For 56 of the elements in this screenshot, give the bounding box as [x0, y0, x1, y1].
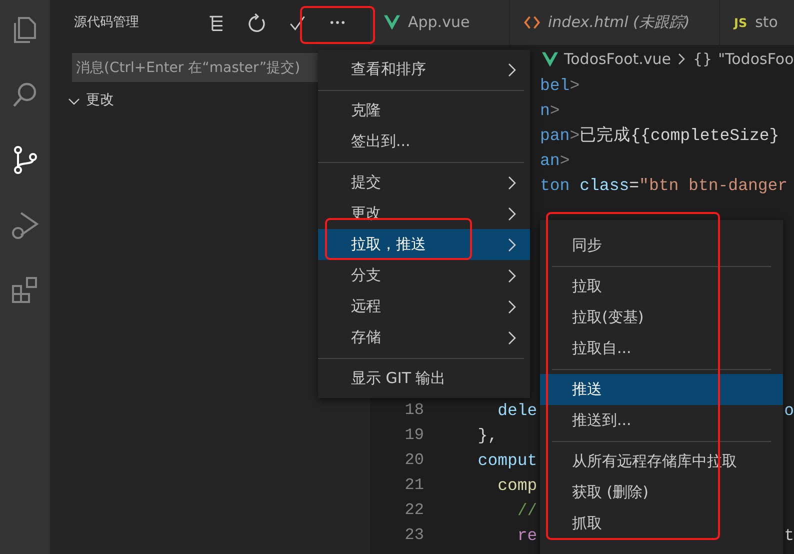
- refresh-icon: [247, 12, 267, 32]
- breadcrumb-item[interactable]: "TodosFoo: [718, 48, 794, 70]
- code-line: comp: [496, 475, 538, 497]
- menu-item[interactable]: 远程: [318, 291, 530, 322]
- line-number: 22: [404, 500, 424, 521]
- line-number: 21: [404, 475, 424, 496]
- chevron-right-icon: [506, 176, 518, 190]
- code-fragment: t: [784, 525, 794, 547]
- menu-item[interactable]: 拉取，推送: [318, 229, 530, 260]
- chevron-right-icon: [506, 268, 518, 282]
- menu-item[interactable]: 获取 (删除): [540, 477, 783, 508]
- menu-item[interactable]: 拉取: [540, 271, 783, 302]
- code-line: },: [476, 425, 498, 447]
- menu-item[interactable]: 同步: [540, 230, 783, 261]
- chevron-right-icon: [506, 238, 518, 252]
- js-icon: JS: [734, 14, 748, 32]
- code-line: re: [516, 525, 538, 547]
- menu-item[interactable]: 克隆: [318, 95, 530, 126]
- menu-item[interactable]: 推送到...: [540, 405, 783, 436]
- vue-icon: [542, 52, 558, 66]
- menu-item[interactable]: 抓取: [540, 508, 783, 539]
- menu-item[interactable]: 拉取自...: [540, 333, 783, 364]
- more-icon: [330, 21, 344, 24]
- code-line: comput: [476, 450, 538, 472]
- code-line: bel>: [540, 75, 580, 97]
- menu-item[interactable]: 签出到...: [318, 126, 530, 157]
- chevron-right-icon: [677, 53, 688, 65]
- refresh-button[interactable]: [246, 12, 268, 34]
- code-line: pan>已完成{{completeSize}: [540, 125, 780, 147]
- line-number: 20: [404, 450, 424, 471]
- menu-item[interactable]: 存储: [318, 322, 530, 353]
- menu-item[interactable]: 拉取(变基): [540, 302, 783, 333]
- menu-item[interactable]: 推送: [540, 374, 783, 405]
- editor-tab[interactable]: sto: [755, 11, 778, 34]
- menu-item[interactable]: 显示 GIT 输出: [318, 363, 530, 394]
- chevron-right-icon: [506, 330, 518, 344]
- chevron-right-icon: [506, 62, 518, 76]
- line-number: 18: [404, 400, 424, 421]
- symbol-glyph: {}: [693, 48, 712, 70]
- code-line: //: [516, 500, 538, 522]
- vue-icon: [384, 15, 400, 30]
- code-fragment: o: [784, 400, 794, 422]
- code-line: dele: [496, 400, 538, 422]
- chevron-right-icon: [506, 300, 518, 314]
- menu-item[interactable]: 分支: [318, 260, 530, 291]
- menu-item[interactable]: 提交: [318, 167, 530, 198]
- code-line: n>: [540, 100, 560, 122]
- section-header[interactable]: 更改: [86, 90, 114, 111]
- sidebar-title: 源代码管理: [74, 14, 140, 32]
- breadcrumb-item[interactable]: TodosFoot.vue: [564, 48, 672, 70]
- line-number: 19: [404, 425, 424, 446]
- code-brackets-icon: [524, 15, 540, 30]
- code-line: an>: [540, 150, 570, 172]
- code-line: ton class="btn btn-danger: [540, 175, 788, 197]
- chevron-right-icon: [506, 206, 518, 220]
- line-number: 23: [404, 525, 424, 546]
